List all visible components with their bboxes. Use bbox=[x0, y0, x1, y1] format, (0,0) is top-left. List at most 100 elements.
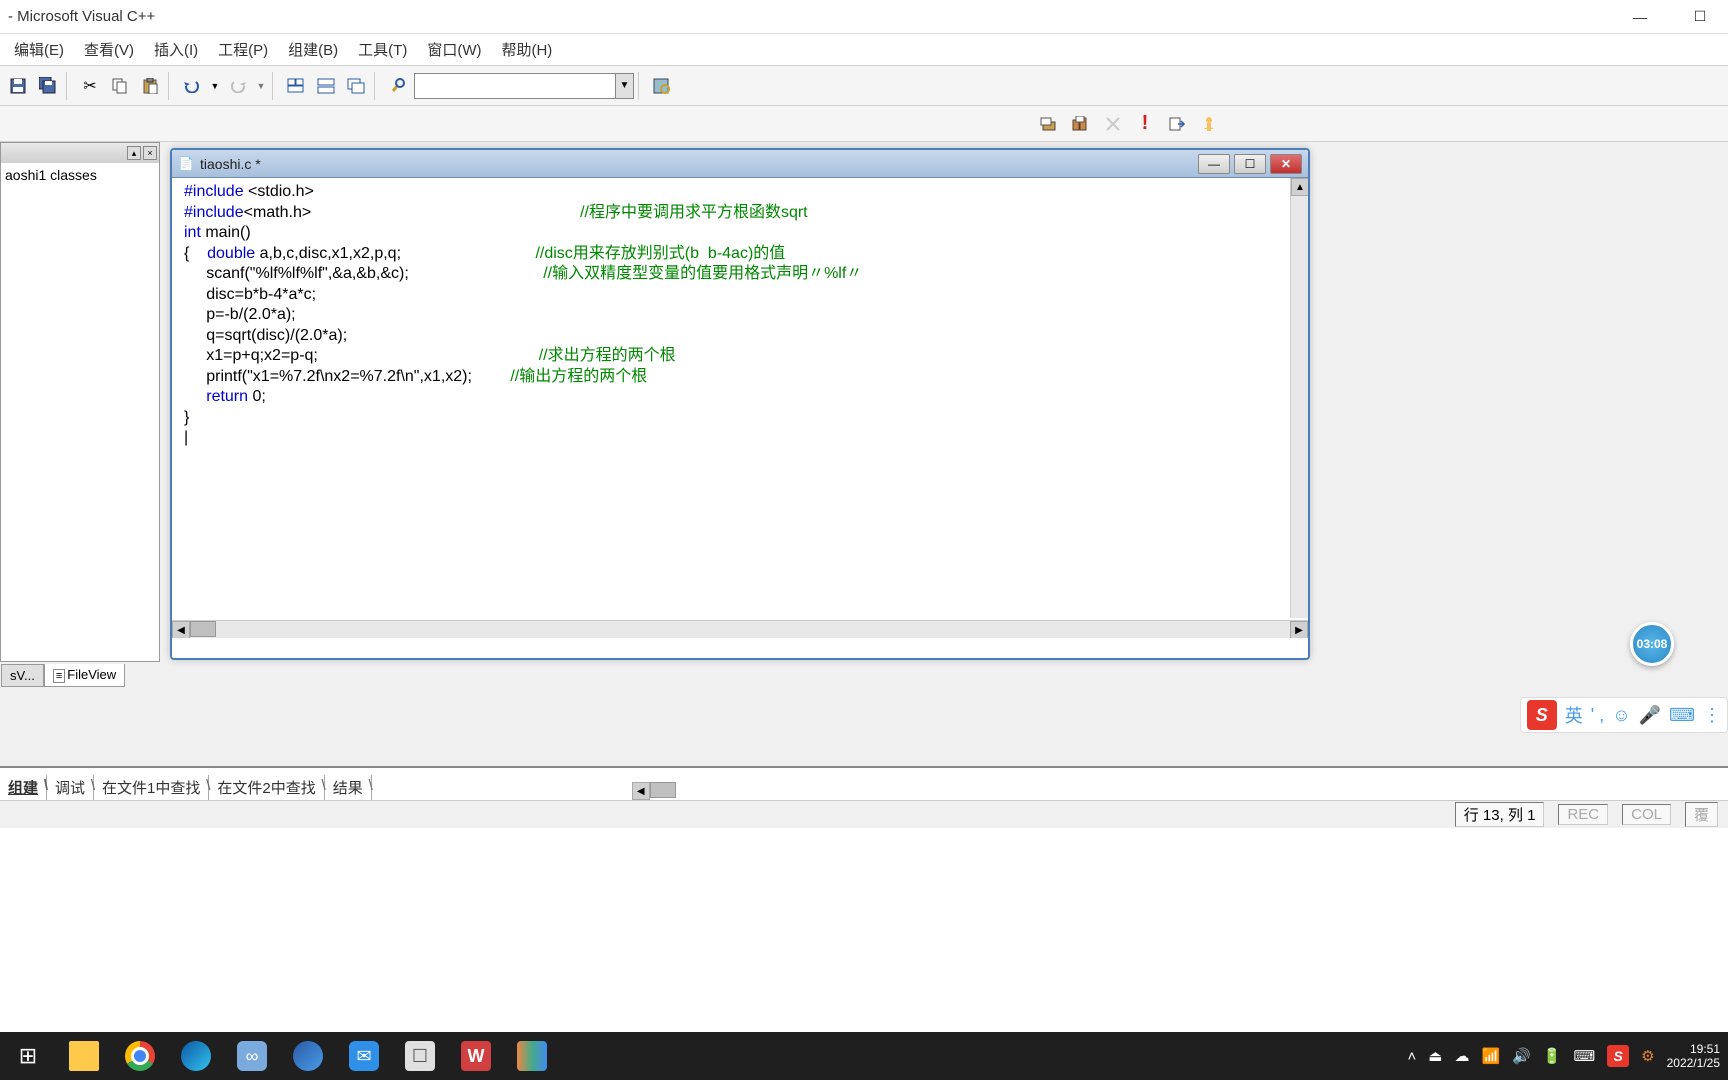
ime-emoji-icon[interactable]: ☺ bbox=[1612, 705, 1630, 726]
tray-time: 19:51 bbox=[1667, 1042, 1720, 1056]
find-button[interactable] bbox=[384, 72, 412, 100]
build-button[interactable] bbox=[1067, 110, 1095, 138]
menu-insert[interactable]: 插入(I) bbox=[144, 35, 208, 64]
windows-taskbar: ⊞ ∞ ✉ ☐ W ˄ ⏏ ☁ 📶 🔊 🔋 ⌨ S ⚙ 19:51 2022/1… bbox=[0, 1032, 1728, 1080]
tray-keyboard-icon[interactable]: ⌨ bbox=[1574, 1047, 1596, 1065]
timer-value: 03:08 bbox=[1637, 637, 1668, 651]
document-icon: 📄 bbox=[178, 156, 194, 172]
output-panel: 组建 调试 在文件1中查找 在文件2中查找 结果 ◀ bbox=[0, 766, 1728, 800]
menu-project[interactable]: 工程(P) bbox=[208, 35, 278, 64]
menu-edit[interactable]: 编辑(E) bbox=[4, 35, 74, 64]
status-rec: REC bbox=[1558, 804, 1608, 825]
taskbar-app3[interactable]: ✉ bbox=[336, 1032, 392, 1080]
tray-sogou-icon[interactable]: S bbox=[1607, 1045, 1629, 1067]
tray-usb-icon[interactable]: ⏏ bbox=[1428, 1047, 1442, 1065]
insert-breakpoint-button[interactable] bbox=[1195, 110, 1223, 138]
window-title: - Microsoft Visual C++ bbox=[8, 8, 155, 25]
window-titlebar: - Microsoft Visual C++ — ☐ bbox=[0, 0, 1728, 34]
compile-button[interactable] bbox=[1035, 110, 1063, 138]
main-toolbar: ✂ ▼ ▼ ▼ bbox=[0, 66, 1728, 106]
redo-dropdown[interactable]: ▼ bbox=[254, 81, 268, 91]
taskbar-explorer[interactable] bbox=[56, 1032, 112, 1080]
panel-close-button[interactable]: × bbox=[143, 146, 157, 160]
taskbar-start-button[interactable]: ⊞ bbox=[0, 1032, 56, 1080]
editor-window: 📄 tiaoshi.c * — ☐ ✕ #include <stdio.h> #… bbox=[170, 148, 1310, 660]
ime-lang[interactable]: 英 bbox=[1565, 702, 1583, 728]
editor-minimize-button[interactable]: — bbox=[1198, 154, 1230, 174]
tab-fileview[interactable]: ≡FileView bbox=[44, 664, 125, 687]
window-minimize-button[interactable]: — bbox=[1620, 2, 1660, 32]
menu-window[interactable]: 窗口(W) bbox=[417, 35, 491, 64]
editor-maximize-button[interactable]: ☐ bbox=[1234, 154, 1266, 174]
save-all-button[interactable] bbox=[34, 72, 62, 100]
ime-keyboard-icon[interactable]: ⌨ bbox=[1669, 705, 1695, 726]
scroll-up-icon[interactable]: ▲ bbox=[1291, 178, 1308, 196]
output-tab-debug[interactable]: 调试 bbox=[47, 775, 94, 800]
paste-button[interactable] bbox=[136, 72, 164, 100]
window-list-button[interactable] bbox=[342, 72, 370, 100]
tray-wifi-icon[interactable]: 📶 bbox=[1481, 1047, 1500, 1065]
tray-chevron-up-icon[interactable]: ˄ bbox=[1407, 1048, 1416, 1065]
status-ovr: 覆 bbox=[1685, 802, 1718, 827]
output-tab-build[interactable]: 组建 bbox=[0, 775, 47, 800]
cut-button[interactable]: ✂ bbox=[76, 72, 104, 100]
stop-build-button[interactable] bbox=[1099, 110, 1127, 138]
execute-button[interactable]: ! bbox=[1131, 110, 1159, 138]
tab-classview[interactable]: sV... bbox=[1, 664, 44, 687]
output-scroll-left-icon[interactable]: ◀ bbox=[632, 782, 650, 800]
status-col: COL bbox=[1622, 804, 1671, 825]
taskbar-app5[interactable] bbox=[504, 1032, 560, 1080]
editor-vertical-scrollbar[interactable]: ▲ bbox=[1290, 178, 1308, 618]
taskbar-edge[interactable] bbox=[168, 1032, 224, 1080]
tray-settings-icon[interactable]: ⚙ bbox=[1641, 1047, 1654, 1065]
tray-volume-icon[interactable]: 🔊 bbox=[1512, 1047, 1531, 1065]
tray-battery-icon[interactable]: 🔋 bbox=[1543, 1047, 1562, 1065]
editor-horizontal-scrollbar[interactable]: ◀ ▶ bbox=[172, 620, 1308, 638]
output-tab-find2[interactable]: 在文件2中查找 bbox=[209, 775, 324, 800]
find-combo[interactable]: ▼ bbox=[414, 73, 634, 99]
tray-clock[interactable]: 19:51 2022/1/25 bbox=[1667, 1042, 1720, 1071]
scroll-thumb[interactable] bbox=[190, 621, 216, 637]
editor-filename: tiaoshi.c * bbox=[200, 156, 261, 172]
taskbar-chrome[interactable] bbox=[112, 1032, 168, 1080]
menu-tools[interactable]: 工具(T) bbox=[348, 35, 417, 64]
ime-punct[interactable]: ' , bbox=[1591, 705, 1604, 726]
editor-titlebar[interactable]: 📄 tiaoshi.c * — ☐ ✕ bbox=[172, 150, 1308, 178]
save-button[interactable] bbox=[4, 72, 32, 100]
timer-badge[interactable]: 03:08 bbox=[1630, 622, 1674, 666]
tray-onedrive-icon[interactable]: ☁ bbox=[1454, 1047, 1469, 1065]
taskbar-app4[interactable]: ☐ bbox=[392, 1032, 448, 1080]
menu-help[interactable]: 帮助(H) bbox=[491, 35, 562, 64]
taskbar-wps[interactable]: W bbox=[448, 1032, 504, 1080]
copy-button[interactable] bbox=[106, 72, 134, 100]
code-area[interactable]: #include <stdio.h> #include<math.h> //程序… bbox=[172, 178, 1308, 453]
output-button[interactable] bbox=[312, 72, 340, 100]
taskbar-app2[interactable] bbox=[280, 1032, 336, 1080]
workspace-panel: ▴ × aoshi1 classes sV... ≡FileView bbox=[0, 142, 160, 662]
scroll-left-icon[interactable]: ◀ bbox=[172, 621, 190, 638]
chevron-down-icon[interactable]: ▼ bbox=[615, 74, 633, 98]
window-maximize-button[interactable]: ☐ bbox=[1680, 2, 1720, 32]
editor-body[interactable]: #include <stdio.h> #include<math.h> //程序… bbox=[172, 178, 1308, 638]
undo-dropdown[interactable]: ▼ bbox=[208, 81, 222, 91]
output-tab-results[interactable]: 结果 bbox=[325, 775, 372, 800]
sogou-logo-icon[interactable]: S bbox=[1527, 700, 1557, 730]
workspace-button[interactable] bbox=[282, 72, 310, 100]
editor-close-button[interactable]: ✕ bbox=[1270, 154, 1302, 174]
tree-root-label[interactable]: aoshi1 classes bbox=[5, 167, 97, 183]
ime-toolbar[interactable]: S 英 ' , ☺ 🎤 ⌨ ⋮ bbox=[1520, 697, 1728, 733]
ime-more-icon[interactable]: ⋮ bbox=[1703, 705, 1721, 726]
output-scroll-thumb[interactable] bbox=[650, 782, 676, 798]
taskbar-app1[interactable]: ∞ bbox=[224, 1032, 280, 1080]
scroll-right-icon[interactable]: ▶ bbox=[1290, 621, 1308, 638]
ime-mic-icon[interactable]: 🎤 bbox=[1639, 705, 1661, 726]
output-tab-find1[interactable]: 在文件1中查找 bbox=[94, 775, 209, 800]
status-cursor-position: 行 13, 列 1 bbox=[1455, 802, 1545, 827]
find-in-files-button[interactable] bbox=[648, 72, 676, 100]
go-button[interactable] bbox=[1163, 110, 1191, 138]
panel-minimize-button[interactable]: ▴ bbox=[127, 146, 141, 160]
menu-view[interactable]: 查看(V) bbox=[74, 35, 144, 64]
undo-button[interactable] bbox=[178, 72, 206, 100]
menu-build[interactable]: 组建(B) bbox=[278, 35, 348, 64]
redo-button[interactable] bbox=[224, 72, 252, 100]
